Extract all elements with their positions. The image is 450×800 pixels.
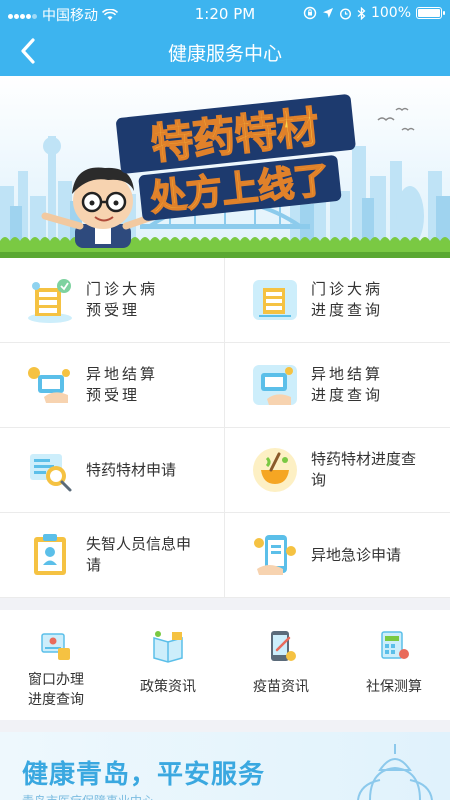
quick-vaccine-news[interactable]: 疫苗资讯 [225,610,337,720]
quick-social-security-calc[interactable]: 社保测算 [338,610,450,720]
calculator-icon [381,631,409,659]
quick-label: 窗口办理 进度查询 [28,672,84,708]
bluetooth-icon [357,6,366,20]
page-title: 健康服务中心 [167,43,282,65]
banner-illustration: 特药特材 处方上线了 [0,94,450,258]
service-outpatient-preaccept[interactable]: 门诊大病 预受理 [0,258,225,343]
slogan-banner: 健康青岛，平安服务 青岛市医疗保障事业中心 [0,732,450,800]
hospital-progress-icon [253,280,297,320]
slogan-subtitle: 青岛市医疗保障事业中心 [22,792,154,800]
quick-window-progress[interactable]: 窗口办理 进度查询 [0,610,112,720]
quick-label: 疫苗资讯 [253,679,309,695]
phone-emergency-icon [254,535,296,575]
quick-policy-news[interactable]: 政策资讯 [112,610,224,720]
service-label: 异地结算 进度查询 [311,365,384,404]
quick-links: 窗口办理 进度查询 政策资讯 疫苗资讯 社保测算 [0,610,450,720]
orientation-lock-icon [303,6,317,20]
window-service-icon [41,633,70,660]
status-bar: 中国移动 1:20 PM 100% [0,0,450,26]
service-remote-emergency-apply[interactable]: 异地急诊申请 [225,513,450,598]
location-icon [322,8,333,18]
quick-label: 社保测算 [366,679,422,695]
status-right: 100% [303,5,445,21]
service-label: 异地结算 预受理 [86,365,159,404]
clipboard-icon [34,534,66,575]
service-label: 特药特材申请 [86,460,177,479]
landmark-tower-icon [357,744,433,800]
service-grid: 门诊大病 预受理 门诊大病 进度查询 异地结算 预受理 异地结算 进度查询 特药… [0,258,450,598]
mortar-pestle-icon [253,448,297,492]
service-label: 门诊大病 进度查询 [311,280,384,319]
quick-label: 政策资讯 [140,679,196,695]
service-remote-settlement-preaccept[interactable]: 异地结算 预受理 [0,343,225,428]
promo-banner[interactable]: 特药特材 处方上线了 [0,76,450,258]
alarm-icon [339,7,351,20]
service-remote-settlement-progress[interactable]: 异地结算 进度查询 [225,343,450,428]
battery-icon [416,7,445,19]
service-special-drug-progress[interactable]: 特药特材进度查询 [225,428,450,513]
slogan-title: 健康青岛，平安服务 [22,760,266,790]
service-label: 特药特材进度查询 [311,450,417,489]
service-outpatient-progress[interactable]: 门诊大病 进度查询 [225,258,450,343]
service-dementia-info-apply[interactable]: 失智人员信息申请 [0,513,225,598]
service-label: 门诊大病 预受理 [86,280,159,319]
service-label: 异地急诊申请 [311,545,402,564]
hospital-building-icon [28,279,72,323]
special-drug-apply-icon [30,454,72,492]
nav-bar: 健康服务中心 [0,26,450,76]
service-special-drug-apply[interactable]: 特药特材申请 [0,428,225,513]
remote-settlement-icon [28,367,70,403]
settlement-progress-icon [253,365,297,405]
vaccine-phone-icon [271,631,296,661]
policy-book-icon [153,631,183,663]
battery-percent: 100% [370,5,411,21]
service-label: 失智人员信息申请 [86,535,192,574]
